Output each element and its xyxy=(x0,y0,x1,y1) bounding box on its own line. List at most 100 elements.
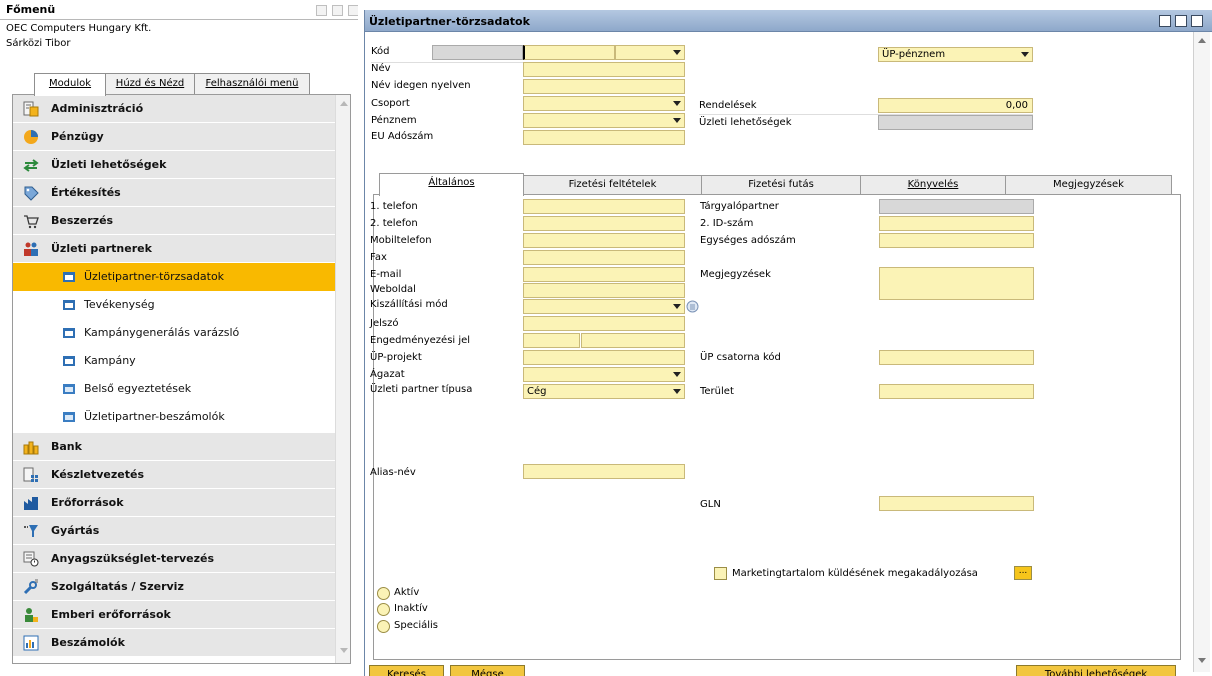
telefon1-label: 1. telefon xyxy=(370,201,418,212)
related-options-button[interactable]: További lehetőségek xyxy=(1016,665,1176,676)
module-eroforrasok[interactable]: Erőforrások xyxy=(13,489,335,517)
rendelesek-field[interactable]: 0,00 xyxy=(878,98,1033,113)
id-szam-input[interactable] xyxy=(879,216,1034,231)
tab-huzd-es-nezd[interactable]: Húzd és Nézd xyxy=(105,73,195,94)
chevron-down-icon[interactable] xyxy=(673,101,681,106)
window-scrollbar[interactable] xyxy=(1193,32,1210,672)
module-gyartas[interactable]: Gyártás xyxy=(13,517,335,545)
terulet-label: Terület xyxy=(700,386,734,397)
telefon2-input[interactable] xyxy=(523,216,685,231)
module-adminisztracio[interactable]: Adminisztráció xyxy=(13,95,335,123)
chevron-down-icon[interactable] xyxy=(673,304,681,309)
cancel-button[interactable]: Mégse xyxy=(450,665,525,676)
submenu-belso-egyeztetesek[interactable]: Belső egyeztetések xyxy=(13,375,335,403)
weboldal-input[interactable] xyxy=(523,283,685,298)
chevron-down-icon[interactable] xyxy=(673,372,681,377)
tab-altalanos[interactable]: Általános xyxy=(379,173,524,196)
module-penzugy[interactable]: Pénzügy xyxy=(13,123,335,151)
submenu-kampany[interactable]: Kampány xyxy=(13,347,335,375)
submenu-uzletipartner-beszamolok[interactable]: Üzletipartner-beszámolók xyxy=(13,403,335,431)
up-projekt-label: ÜP-projekt xyxy=(370,352,422,363)
kod-input[interactable] xyxy=(523,45,615,60)
chevron-down-icon[interactable] xyxy=(673,389,681,394)
scroll-down-icon[interactable] xyxy=(340,648,348,653)
email-input[interactable] xyxy=(523,267,685,282)
kod-type-select[interactable] xyxy=(615,45,685,60)
module-beszamolok[interactable]: Beszámolók xyxy=(13,629,335,657)
csoport-select[interactable] xyxy=(523,96,685,111)
fax-input[interactable] xyxy=(523,250,685,265)
marketing-checkbox[interactable] xyxy=(714,567,727,580)
tab-megjegyzesek[interactable]: Megjegyzések xyxy=(1005,175,1172,194)
kiszallitasi-mod-select[interactable] xyxy=(523,299,685,314)
module-keszletvezetes[interactable]: Készletvezetés xyxy=(13,461,335,489)
list-details-icon[interactable] xyxy=(686,300,699,313)
tab-fizetesi-feltetelek[interactable]: Fizetési feltételek xyxy=(523,175,702,194)
submenu-label: Kampány xyxy=(84,354,136,367)
megjegyzesek-textarea[interactable] xyxy=(879,267,1034,300)
module-ertekesites[interactable]: Értékesítés xyxy=(13,179,335,207)
scroll-down-icon[interactable] xyxy=(1198,658,1206,663)
module-bank[interactable]: Bank xyxy=(13,433,335,461)
maximize-icon[interactable] xyxy=(1175,15,1187,27)
alias-nev-input[interactable] xyxy=(523,464,685,479)
engedmenyezesi-jel-name-input[interactable] xyxy=(581,333,685,348)
tab-fizetesi-futas[interactable]: Fizetési futás xyxy=(701,175,861,194)
module-emberi-eroforrasok[interactable]: Emberi erőforrások xyxy=(13,601,335,629)
eu-adoszam-input[interactable] xyxy=(523,130,685,145)
close-icon[interactable] xyxy=(348,5,358,16)
form-window-icon xyxy=(63,300,75,310)
module-uzleti-lehetosegek[interactable]: Üzleti lehetőségek xyxy=(13,151,335,179)
scroll-up-icon[interactable] xyxy=(1198,38,1206,43)
more-options-button[interactable]: ... xyxy=(1014,566,1032,580)
minimize-icon[interactable] xyxy=(316,5,327,16)
engedmenyezesi-jel-code-input[interactable] xyxy=(523,333,580,348)
up-penznem-select[interactable]: ÜP-pénznem xyxy=(878,47,1033,62)
mobil-input[interactable] xyxy=(523,233,685,248)
sales-tag-icon xyxy=(24,186,39,201)
submenu-kampanygeneralas-varazslo[interactable]: Kampánygenerálás varázsló xyxy=(13,319,335,347)
nev-idegen-input[interactable] xyxy=(523,79,685,94)
partner-tipus-select[interactable]: Cég xyxy=(523,384,685,399)
tab-label: Könyvelés xyxy=(907,179,959,190)
terulet-input[interactable] xyxy=(879,384,1034,399)
gln-input[interactable] xyxy=(879,496,1034,511)
telefon1-input[interactable] xyxy=(523,199,685,214)
module-label: Beszerzés xyxy=(51,214,114,227)
targyalopartner-field[interactable] xyxy=(879,199,1034,214)
agazat-select[interactable] xyxy=(523,367,685,382)
module-anyagszukseglet-tervezes[interactable]: Anyagszükséglet-tervezés xyxy=(13,545,335,573)
megjegyzesek-label: Megjegyzések xyxy=(700,269,771,280)
close-icon[interactable] xyxy=(1191,15,1203,27)
ok-button[interactable]: Keresés xyxy=(369,665,444,676)
window-titlebar[interactable]: Üzletipartner-törzsadatok xyxy=(365,10,1212,32)
egyseges-adoszam-input[interactable] xyxy=(879,233,1034,248)
weboldal-label: Weboldal xyxy=(370,284,416,295)
scroll-up-icon[interactable] xyxy=(340,101,348,106)
tab-felhasznaloi-menu[interactable]: Felhasználói menü xyxy=(194,73,310,94)
chevron-down-icon[interactable] xyxy=(673,50,681,55)
chevron-down-icon[interactable] xyxy=(673,118,681,123)
tab-modulok[interactable]: Modulok xyxy=(34,73,106,96)
status-aktiv-radio[interactable] xyxy=(377,587,390,600)
status-specialis-radio[interactable] xyxy=(377,620,390,633)
up-csatorna-kod-input[interactable] xyxy=(879,350,1034,365)
nev-input[interactable] xyxy=(523,62,685,77)
module-list-scrollbar[interactable] xyxy=(335,95,350,663)
minimize-icon[interactable] xyxy=(1159,15,1171,27)
maximize-icon[interactable] xyxy=(332,5,343,16)
tab-konyveles[interactable]: Könyvelés xyxy=(860,175,1006,194)
module-beszerzes[interactable]: Beszerzés xyxy=(13,207,335,235)
jelszo-input[interactable] xyxy=(523,316,685,331)
module-szolgaltatas-szerviz[interactable]: Szolgáltatás / Szerviz xyxy=(13,573,335,601)
module-uzleti-partnerek[interactable]: Üzleti partnerek xyxy=(13,235,335,263)
admin-icon xyxy=(23,101,39,117)
chevron-down-icon[interactable] xyxy=(1021,52,1029,57)
status-inaktiv-radio[interactable] xyxy=(377,603,390,616)
submenu-uzletipartner-torzsadatok[interactable]: Üzletipartner-törzsadatok xyxy=(13,263,335,291)
penznem-select[interactable] xyxy=(523,113,685,128)
form-window-icon xyxy=(63,272,75,282)
submenu-tevekenyseg[interactable]: Tevékenység xyxy=(13,291,335,319)
up-projekt-input[interactable] xyxy=(523,350,685,365)
kod-series-field[interactable] xyxy=(432,45,523,60)
